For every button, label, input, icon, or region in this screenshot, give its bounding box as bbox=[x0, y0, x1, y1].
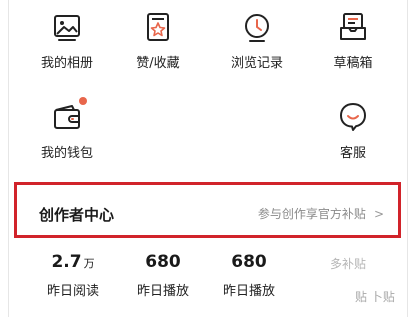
browse-history-entry[interactable]: 浏览记录 bbox=[212, 10, 302, 71]
drafts-entry[interactable]: 草稿箱 bbox=[308, 10, 398, 71]
browse-history-label: 浏览记录 bbox=[230, 56, 283, 71]
history-clock-icon bbox=[245, 14, 269, 42]
like-collection-icon bbox=[147, 13, 169, 41]
likes-collection-entry[interactable]: 赞/收藏 bbox=[113, 10, 203, 71]
stat-yesterday-plays[interactable]: 680 昨日播放 bbox=[118, 252, 208, 299]
stat-value: 680 bbox=[204, 252, 294, 272]
customer-service-label: 客服 bbox=[339, 146, 366, 161]
creator-subsidy-link[interactable]: 参与创作享官方补贴 > bbox=[258, 205, 384, 222]
creator-center-row[interactable]: 创作者中心 参与创作享官方补贴 > bbox=[14, 182, 401, 238]
stat-number: 2.7 bbox=[51, 252, 82, 272]
my-album-label: 我的相册 bbox=[40, 56, 93, 71]
frame-left-divider bbox=[8, 0, 9, 317]
stat-caption: 昨日播放 bbox=[136, 284, 189, 299]
creator-center-title: 创作者中心 bbox=[39, 206, 115, 224]
my-wallet-entry[interactable]: 我的钱包 bbox=[22, 97, 112, 161]
watermark-text: 贴 卜贴 bbox=[355, 290, 395, 304]
stat-number: 680 bbox=[231, 252, 267, 272]
drafts-label: 草稿箱 bbox=[333, 56, 373, 71]
stat-value: 2.7 万 bbox=[28, 252, 118, 272]
photo-album-icon bbox=[54, 15, 80, 41]
likes-collection-label: 赞/收藏 bbox=[136, 56, 180, 71]
stat-yesterday-reads[interactable]: 2.7 万 昨日阅读 bbox=[28, 252, 118, 299]
customer-service-entry[interactable]: 客服 bbox=[308, 100, 398, 161]
wallet-badge-dot bbox=[79, 97, 87, 105]
stat-number: 680 bbox=[145, 252, 181, 272]
drafts-box-icon bbox=[340, 13, 366, 40]
subsidy-hint[interactable]: 多补贴 bbox=[330, 255, 366, 272]
stat-caption: 昨日播放 bbox=[222, 284, 275, 299]
stat-value: 680 bbox=[118, 252, 208, 272]
my-wallet-label: 我的钱包 bbox=[40, 146, 93, 161]
wallet-icon-wrap bbox=[50, 97, 87, 134]
customer-service-icon bbox=[340, 103, 366, 131]
stat-yesterday-plays-2[interactable]: 680 昨日播放 bbox=[204, 252, 294, 299]
stat-caption: 昨日阅读 bbox=[46, 284, 99, 299]
chevron-right-icon: > bbox=[373, 207, 384, 221]
wallet-icon bbox=[54, 105, 80, 129]
frame-right-divider bbox=[407, 0, 408, 317]
profile-screen: 我的相册 赞/收藏 浏览记录 草稿箱 我的钱包 客服 创作者中心 参与创作享官方… bbox=[0, 0, 418, 317]
creator-subsidy-text: 参与创作享官方补贴 bbox=[257, 207, 366, 221]
my-album-entry[interactable]: 我的相册 bbox=[22, 10, 112, 71]
stat-unit: 万 bbox=[83, 257, 95, 270]
